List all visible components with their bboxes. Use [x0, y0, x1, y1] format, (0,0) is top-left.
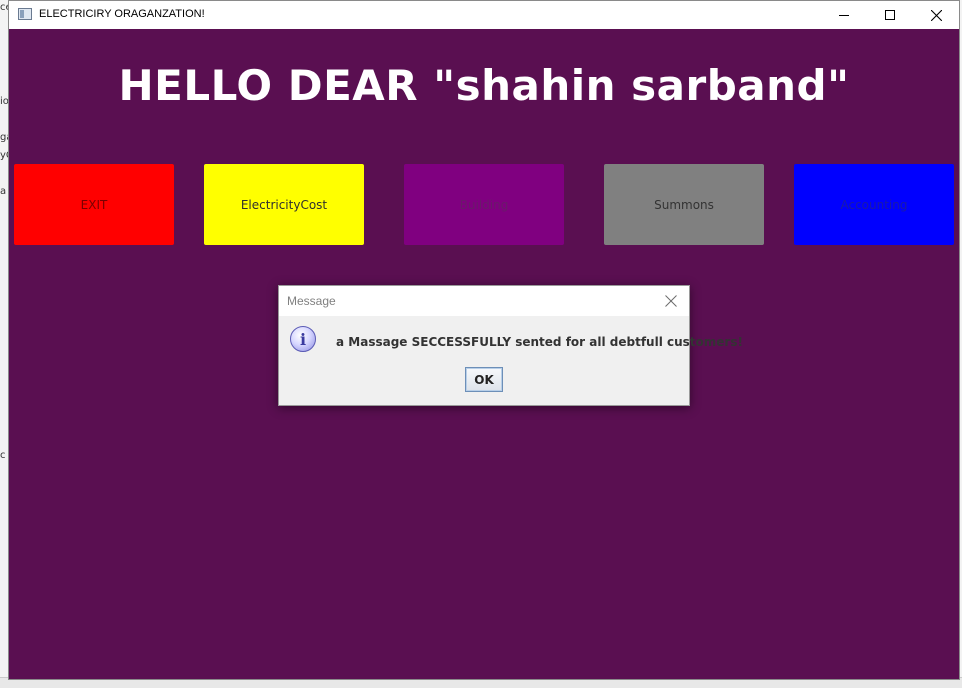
maximize-icon: [885, 10, 895, 20]
close-icon: [665, 295, 677, 307]
ok-button[interactable]: OK: [465, 367, 503, 392]
minimize-icon: [839, 15, 849, 16]
accounting-button[interactable]: Accounting: [794, 164, 954, 245]
summons-button[interactable]: Summons: [604, 164, 764, 245]
electricity-cost-button[interactable]: ElectricityCost: [204, 164, 364, 245]
close-icon: [930, 9, 942, 21]
dialog-title: Message: [287, 294, 336, 308]
background-fragment: a: [0, 186, 7, 197]
dialog-message: a Massage SECCESSFULLY sented for all de…: [336, 335, 743, 349]
exit-button[interactable]: EXIT: [14, 164, 174, 245]
info-icon: i: [290, 326, 316, 352]
message-dialog: Message i a Massage SECCESSFULLY sented …: [278, 285, 743, 406]
close-button[interactable]: [913, 1, 959, 29]
title-bar[interactable]: ELECTRICIRY ORAGANZATION!: [9, 1, 959, 29]
greeting-heading: HELLO DEAR "shahin sarband": [118, 61, 850, 110]
background-fragment: c: [0, 450, 6, 461]
minimize-button[interactable]: [821, 1, 867, 29]
app-icon: [18, 8, 32, 20]
window-title: ELECTRICIRY ORAGANZATION!: [39, 8, 205, 20]
maximize-button[interactable]: [867, 1, 913, 29]
dialog-title-bar[interactable]: Message: [279, 286, 689, 316]
dialog-close-button[interactable]: [662, 292, 680, 310]
building-button[interactable]: Building: [404, 164, 564, 245]
